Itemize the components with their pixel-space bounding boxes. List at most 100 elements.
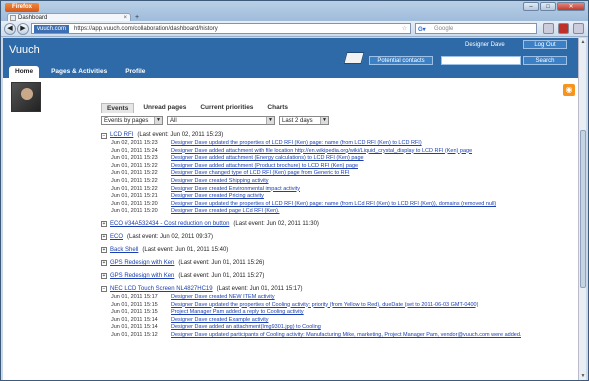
page-link[interactable]: ECO: [110, 233, 123, 242]
event-row: Jun 01, 2011 15:14 Designer Dave created …: [101, 317, 579, 325]
expand-toggle-icon[interactable]: +: [101, 260, 107, 267]
toolbar-icons: [543, 23, 584, 34]
event-link[interactable]: Designer Dave updated the properties of …: [171, 201, 496, 209]
scroll-thumb[interactable]: [580, 130, 586, 288]
addon-red-icon[interactable]: [558, 23, 569, 34]
event-row: Jun 01, 2011 15:20 Designer Dave updated …: [101, 201, 579, 209]
event-timestamp: Jun 01, 2011 15:24: [111, 147, 158, 154]
event-row: Jun 01, 2011 15:23 Designer Dave added at…: [101, 155, 579, 163]
page-link[interactable]: Back Shell: [110, 246, 138, 255]
event-link[interactable]: Designer Dave created Shipping activity: [171, 178, 269, 186]
last-event-text: (Last event: Jun 02, 2011 15:23): [137, 132, 224, 138]
site-identity-badge[interactable]: vuuch.com: [34, 25, 70, 33]
bookmark-star-icon[interactable]: ☆: [402, 24, 407, 34]
event-type-select[interactable]: Events by pages ▼: [101, 116, 163, 125]
page-link[interactable]: LCD RFI: [110, 131, 133, 140]
expand-toggle-icon[interactable]: +: [101, 273, 107, 280]
event-row: Jun 01, 2011 15:22 Designer Dave created …: [101, 186, 579, 194]
range-select[interactable]: Last 2 days ▼: [279, 116, 329, 125]
event-link[interactable]: Designer Dave updated the properties of …: [171, 302, 478, 310]
tab-pages-activities[interactable]: Pages & Activities: [45, 66, 113, 78]
last-event-text: (Last event: Jun 01, 2011 15:26): [178, 259, 265, 266]
last-event-text: (Last event: Jun 01, 2011 15:27): [178, 272, 265, 279]
chevron-down-icon: ▼: [266, 117, 274, 124]
page-content: Vuuch Designer Dave Log Out Potential co…: [3, 38, 586, 380]
browser-window: Firefox Dashboard × + – □ ✕ ◀ ▶ vuuch.co…: [0, 0, 589, 381]
event-row: Jun 01, 2011 15:24 Designer Dave added at…: [101, 148, 579, 156]
event-link[interactable]: Designer Dave added an attachment(Img930…: [171, 324, 321, 332]
rss-icon[interactable]: ◉: [563, 84, 575, 96]
event-link[interactable]: Designer Dave created NEW ITEM activity: [171, 294, 275, 302]
event-link[interactable]: Designer Dave added attachment (Product …: [171, 163, 358, 171]
tab-current-priorities[interactable]: Current priorities: [195, 103, 258, 113]
expand-toggle-icon[interactable]: −: [101, 286, 107, 293]
event-timestamp: Jun 01, 2011 15:22: [111, 177, 158, 184]
books-icon: [343, 52, 365, 64]
expand-toggle-icon[interactable]: +: [101, 234, 107, 241]
forward-icon[interactable]: ▶: [17, 23, 29, 35]
potential-contacts-button[interactable]: Potential contacts: [369, 56, 433, 65]
addon-icon[interactable]: [543, 23, 554, 34]
maximize-button[interactable]: □: [540, 2, 556, 11]
event-link[interactable]: Designer Dave created Pricing activity: [171, 193, 264, 201]
event-link[interactable]: Designer Dave created page LCd RFI (Ken)…: [171, 208, 280, 216]
main-tabs: Home Pages & Activities Profile: [9, 66, 151, 78]
event-group: + GPS Redesign with Ken (Last event: Jun 0…: [101, 272, 579, 281]
google-icon[interactable]: G▾: [418, 25, 430, 33]
page-link[interactable]: ECO #34A532434 - Cost reduction on butto…: [110, 220, 229, 229]
event-link[interactable]: Designer Dave updated participants of Co…: [171, 332, 521, 340]
event-group: + Back Shell (Last event: Jun 01, 2011 15:…: [101, 246, 579, 255]
tab-charts[interactable]: Charts: [262, 103, 293, 113]
scroll-up-icon[interactable]: ▲: [579, 38, 586, 46]
event-group-header: − LCD RFI (Last event: Jun 02, 2011 15:23): [101, 131, 579, 140]
event-link[interactable]: Designer Dave updated the properties of …: [171, 140, 422, 148]
event-row: Jun 01, 2011 15:12 Designer Dave updated …: [101, 332, 579, 340]
tab-profile[interactable]: Profile: [119, 66, 151, 78]
search-engine-box[interactable]: G▾ Google: [415, 23, 537, 34]
event-row: Jun 02, 2011 15:23 Designer Dave updated …: [101, 140, 579, 148]
scroll-down-icon[interactable]: ▼: [579, 372, 586, 380]
search-placeholder: Google: [434, 26, 454, 32]
event-link[interactable]: Designer Dave added attachment (Energy c…: [171, 155, 364, 163]
expand-toggle-icon[interactable]: +: [101, 247, 107, 254]
expand-toggle-icon[interactable]: +: [101, 221, 107, 228]
user-name: Designer Dave: [465, 42, 505, 48]
back-icon[interactable]: ◀: [4, 23, 16, 35]
scope-select[interactable]: All ▼: [167, 116, 275, 125]
page-link[interactable]: NEC LCD Touch Screen NL4827HC19: [110, 285, 213, 294]
event-link[interactable]: Designer Dave changed type of LCD RFI (K…: [171, 170, 350, 178]
page-link[interactable]: GPS Redesign with Ken: [110, 272, 174, 281]
tab-unread-pages[interactable]: Unread pages: [138, 103, 191, 113]
event-timestamp: Jun 01, 2011 15:15: [111, 301, 158, 308]
tab-home[interactable]: Home: [9, 66, 40, 78]
scope-value: All: [170, 118, 177, 124]
event-group-header: + ECO (Last event: Jun 02, 2011 09:37): [101, 233, 579, 242]
search-button[interactable]: Search: [523, 56, 567, 65]
event-group: + GPS Redesign with Ken (Last event: Jun 0…: [101, 259, 579, 268]
brand-logo[interactable]: Vuuch: [9, 44, 40, 56]
event-timestamp: Jun 01, 2011 15:22: [111, 162, 158, 169]
event-link[interactable]: Project Manager Pam added a reply to Coo…: [171, 309, 304, 317]
address-bar[interactable]: vuuch.com https://app.vuuch.com/collabor…: [31, 23, 411, 34]
event-link[interactable]: Designer Dave created Environmental impa…: [171, 186, 300, 194]
event-link[interactable]: Designer Dave added attachment with file…: [171, 148, 472, 156]
scrollbar[interactable]: ▲ ▼: [578, 38, 586, 380]
minimize-button[interactable]: –: [523, 2, 539, 11]
event-group: + ECO #34A532434 - Cost reduction on butt…: [101, 220, 579, 229]
avatar[interactable]: [11, 82, 41, 112]
new-tab-button[interactable]: +: [135, 14, 139, 21]
close-window-button[interactable]: ✕: [557, 2, 585, 11]
tab-events[interactable]: Events: [101, 103, 135, 113]
chevron-down-icon: ▼: [154, 117, 162, 124]
page-link[interactable]: GPS Redesign with Ken: [110, 259, 174, 268]
expand-toggle-icon[interactable]: −: [101, 132, 107, 139]
firefox-menu-button[interactable]: Firefox: [5, 3, 39, 12]
event-timestamp: Jun 01, 2011 15:23: [111, 155, 158, 162]
event-link[interactable]: Designer Dave created Example activity: [171, 317, 269, 325]
last-event-text: (Last event: Jun 02, 2011 11:30): [233, 220, 319, 227]
event-timestamp: Jun 02, 2011 15:23: [111, 140, 158, 146]
home-icon[interactable]: [573, 23, 584, 34]
search-input[interactable]: [441, 56, 521, 65]
logout-button[interactable]: Log Out: [523, 40, 567, 49]
event-group-header: − NEC LCD Touch Screen NL4827HC19 (Last ev…: [101, 285, 579, 294]
